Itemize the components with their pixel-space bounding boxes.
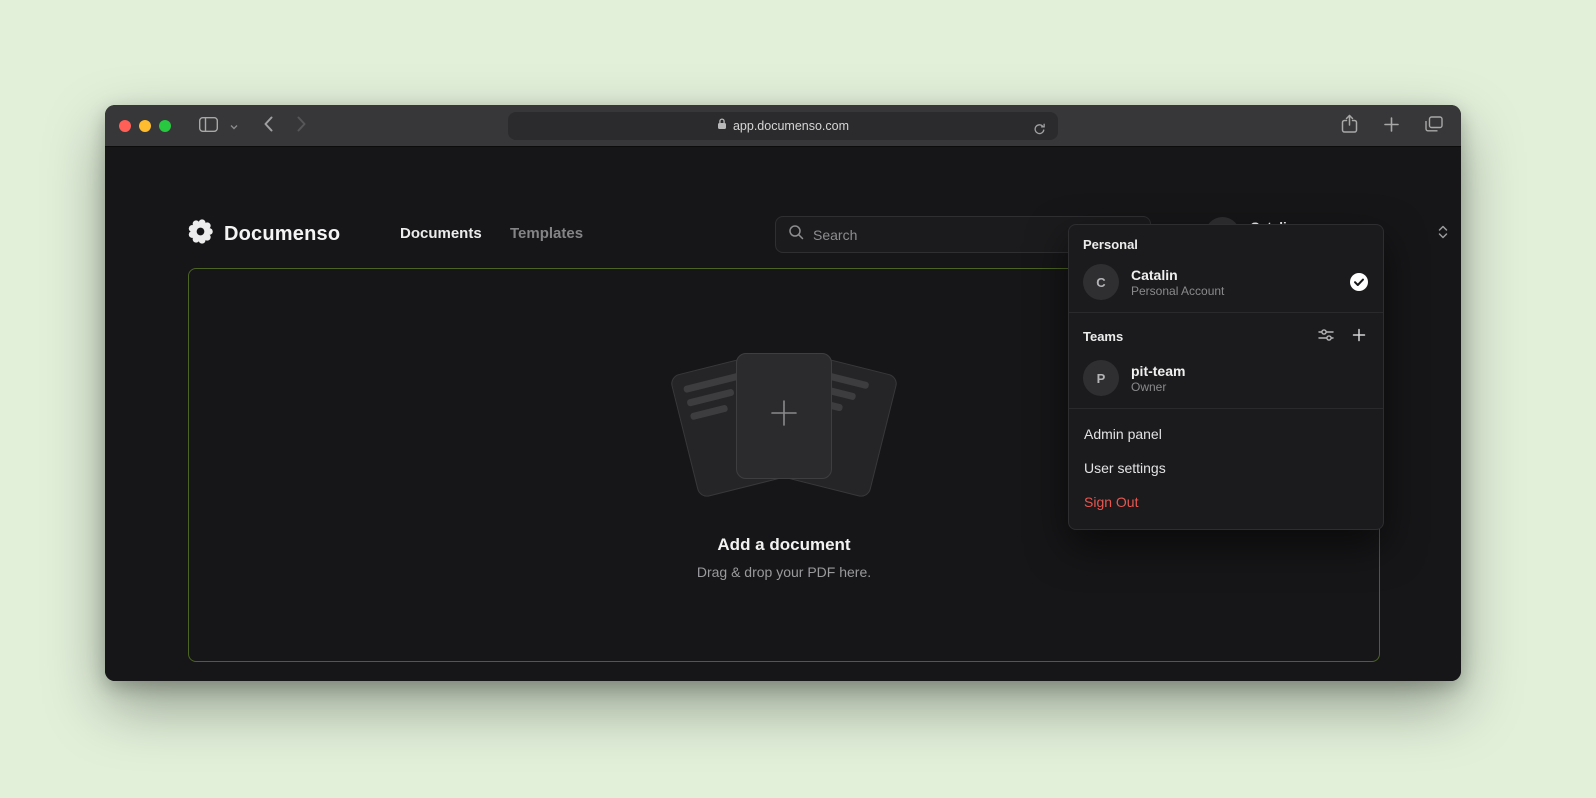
personal-subtitle: Personal Account [1131, 284, 1224, 299]
chevron-down-icon [230, 118, 238, 133]
menu-item-sign-out[interactable]: Sign Out [1069, 485, 1383, 519]
brand-name: Documenso [224, 223, 340, 246]
personal-avatar: C [1083, 264, 1119, 300]
dropzone-subtitle: Drag & drop your PDF here. [697, 564, 871, 580]
document-card-center [736, 353, 832, 479]
document-stack-illustration [669, 351, 899, 501]
back-button[interactable] [260, 112, 277, 139]
personal-name: Catalin [1131, 266, 1224, 284]
menu-personal-section: Personal C Catalin Personal Account [1069, 225, 1383, 312]
forward-button[interactable] [293, 112, 310, 139]
brand[interactable]: Documenso [187, 213, 340, 255]
personal-account-row[interactable]: C Catalin Personal Account [1083, 264, 1369, 300]
personal-heading: Personal [1083, 237, 1369, 252]
team-avatar: P [1083, 360, 1119, 396]
tabs-icon [1425, 116, 1443, 135]
dropzone-title: Add a document [717, 535, 850, 555]
browser-toolbar: app.documenso.com [105, 105, 1461, 147]
menu-links: Admin panel User settings Sign Out [1069, 409, 1383, 529]
toolbar-history-group [260, 112, 310, 139]
chevron-left-icon [264, 116, 273, 135]
nav-documents[interactable]: Documents [400, 225, 482, 242]
manage-teams-button[interactable] [1315, 325, 1337, 348]
account-dropdown-menu: Personal C Catalin Personal Account [1068, 224, 1384, 530]
tab-overview-button[interactable] [1421, 112, 1447, 139]
share-button[interactable] [1337, 110, 1362, 141]
plus-icon [1384, 117, 1399, 135]
sidebar-toggle-button[interactable] [195, 113, 222, 139]
menu-item-user-settings[interactable]: User settings [1069, 451, 1383, 485]
browser-window: app.documenso.com [105, 105, 1461, 681]
close-window-button[interactable] [119, 120, 131, 132]
create-team-button[interactable] [1349, 325, 1369, 348]
selected-check-icon [1349, 272, 1369, 292]
team-role: Owner [1131, 380, 1185, 395]
toolbar-right-group [1337, 110, 1447, 141]
sidebar-menu-button[interactable] [226, 114, 242, 137]
search-input[interactable] [813, 227, 1101, 243]
add-document-plus-icon [766, 395, 802, 436]
lock-icon [717, 117, 727, 135]
address-text: app.documenso.com [733, 119, 849, 133]
documenso-logo-icon [187, 218, 214, 250]
traffic-lights [119, 120, 171, 132]
teams-heading: Teams [1083, 329, 1123, 344]
menu-teams-section: Teams [1069, 313, 1383, 408]
app-content: Documenso Documents Templates ⌘+K C Cata… [105, 147, 1461, 681]
share-icon [1341, 114, 1358, 137]
search-icon [788, 224, 804, 245]
zoom-window-button[interactable] [159, 120, 171, 132]
team-row[interactable]: P pit-team Owner [1083, 360, 1369, 396]
address-bar[interactable]: app.documenso.com [508, 112, 1058, 140]
sliders-icon [1318, 328, 1334, 345]
selector-chevrons-icon [1438, 224, 1448, 245]
new-tab-button[interactable] [1380, 113, 1403, 139]
plus-icon [1352, 328, 1366, 345]
minimize-window-button[interactable] [139, 120, 151, 132]
sidebar-icon [199, 117, 218, 135]
menu-item-admin-panel[interactable]: Admin panel [1069, 417, 1383, 451]
reload-icon [1033, 123, 1046, 139]
reload-button[interactable] [1029, 119, 1050, 143]
chevron-right-icon [297, 116, 306, 135]
team-name: pit-team [1131, 362, 1185, 380]
nav-templates[interactable]: Templates [510, 225, 583, 242]
toolbar-left-group [195, 113, 242, 139]
